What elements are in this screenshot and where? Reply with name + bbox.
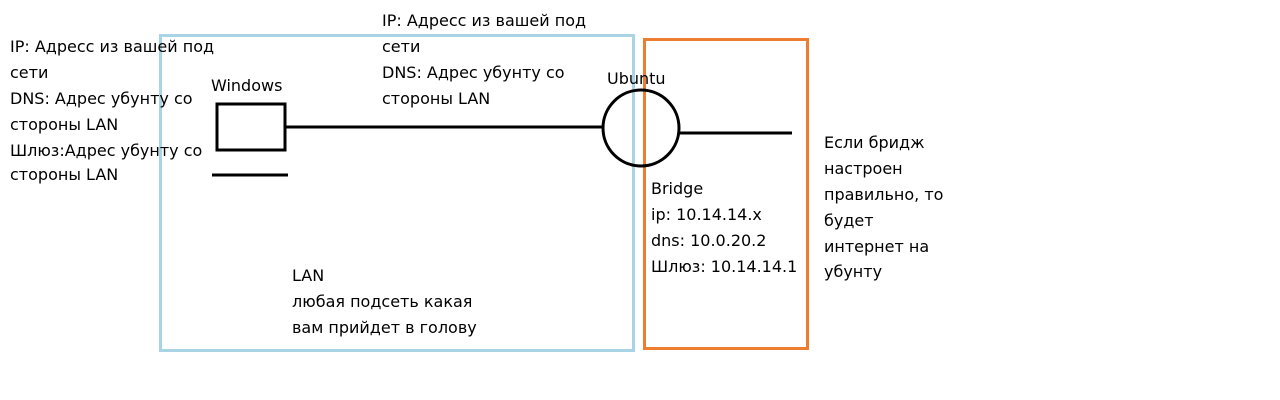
note-line: правильно, то bbox=[824, 185, 944, 204]
note-line: будет bbox=[824, 211, 874, 230]
note-line: Если бридж bbox=[824, 133, 925, 152]
note-line: DNS: Адрес убунту со bbox=[382, 63, 565, 82]
lan-desc-line: вам прийдет в голову bbox=[292, 318, 477, 337]
diagram-shapes bbox=[212, 88, 792, 177]
note-line: стороны LAN bbox=[10, 165, 119, 184]
note-line: IP: Адресс из вашей под bbox=[382, 11, 587, 30]
bridge-dns: dns: 10.0.20.2 bbox=[651, 231, 767, 250]
lan-title: LAN bbox=[292, 266, 325, 285]
bridge-title: Bridge bbox=[651, 179, 704, 198]
windows-label: Windows bbox=[211, 76, 283, 95]
lan-desc-line: любая подсеть какая bbox=[292, 292, 473, 311]
bridge-gateway: Шлюз: 10.14.14.1 bbox=[651, 257, 798, 276]
note-line: сети bbox=[10, 63, 49, 82]
note-line: стороны LAN bbox=[10, 115, 119, 134]
note-line: стороны LAN bbox=[382, 89, 491, 108]
note-line: настроен bbox=[824, 159, 903, 178]
note-line: интернет на bbox=[824, 237, 930, 256]
ubuntu-router-icon bbox=[601, 88, 681, 168]
note-line: сети bbox=[382, 37, 421, 56]
note-line: DNS: Адрес убунту со bbox=[10, 89, 193, 108]
note-line: убунту bbox=[824, 262, 883, 281]
note-line: IP: Адресс из вашей под bbox=[10, 37, 215, 56]
bridge-ip: ip: 10.14.14.x bbox=[651, 205, 762, 224]
ubuntu-label: Ubuntu bbox=[607, 69, 666, 88]
windows-computer-icon bbox=[215, 102, 287, 152]
note-line: Шлюз:Адрес убунту со bbox=[10, 141, 203, 160]
network-diagram: IP: Адресс из вашей под сети DNS: Адрес … bbox=[0, 0, 1280, 400]
